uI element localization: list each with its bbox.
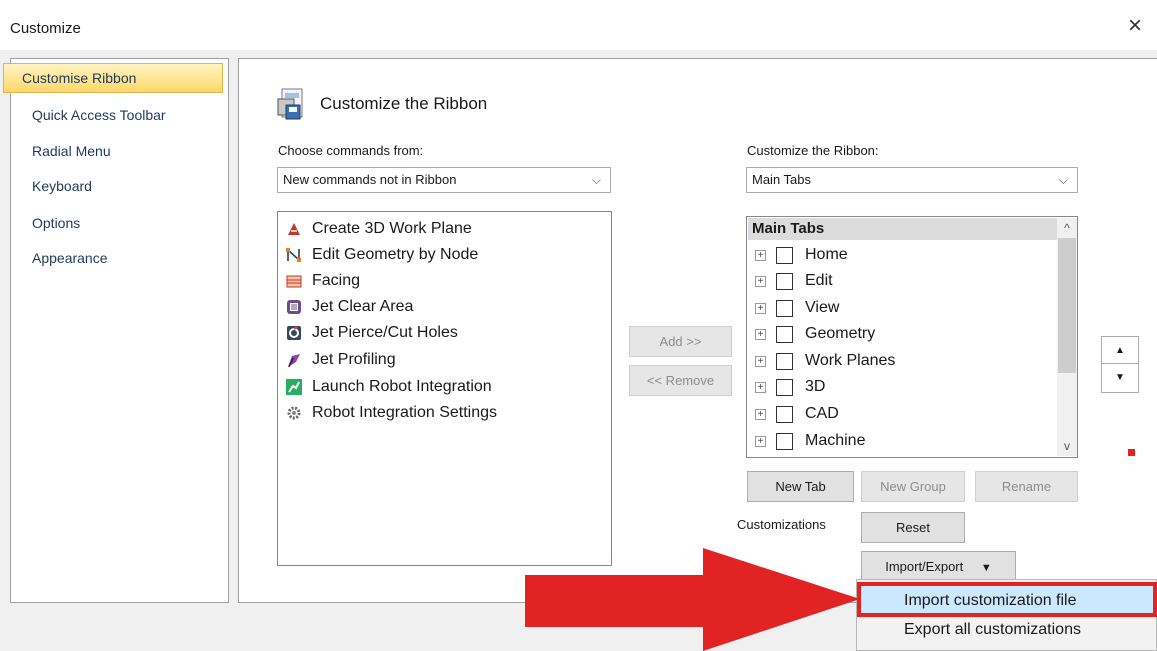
scroll-thumb[interactable] <box>1058 238 1076 373</box>
list-item[interactable]: Edit Geometry by Node <box>286 243 478 267</box>
tree-row-view[interactable]: + View <box>755 296 839 320</box>
gear-icon <box>287 406 301 420</box>
list-item-label: Facing <box>312 272 361 289</box>
jet-pierce-icon <box>287 326 301 340</box>
list-item-label: Jet Profiling <box>312 351 396 368</box>
list-item[interactable]: Launch Robot Integration <box>286 375 492 399</box>
tree-row-label: Home <box>805 246 848 263</box>
tree-row-label: View <box>805 299 840 316</box>
rename-button[interactable]: Rename <box>975 471 1078 502</box>
list-item[interactable]: Jet Profiling <box>286 348 396 372</box>
nav-item-appearance[interactable]: Appearance <box>32 250 108 266</box>
list-item-label: Robot Integration Settings <box>312 404 498 421</box>
tree-row-home[interactable]: + Home <box>755 243 848 267</box>
expand-icon[interactable]: + <box>755 275 766 287</box>
tab-checkbox[interactable] <box>776 405 793 423</box>
add-button[interactable]: Add >> <box>629 326 732 357</box>
window-title: Customize <box>10 20 81 37</box>
expand-icon[interactable]: + <box>755 249 766 261</box>
tree-row-cad[interactable]: + CAD <box>755 402 839 426</box>
annotation-arrow-icon <box>525 548 860 651</box>
tree-row-machine[interactable]: + Machine <box>755 429 865 453</box>
list-item[interactable]: Facing <box>286 269 360 293</box>
tree-row-label: 3D <box>805 378 826 395</box>
expand-icon[interactable]: + <box>755 381 766 393</box>
menu-item-export-customizations[interactable]: Export all customizations <box>904 621 1081 639</box>
annotation-marker <box>1128 449 1135 456</box>
tab-checkbox[interactable] <box>776 299 793 317</box>
list-item[interactable]: Robot Integration Settings <box>286 401 497 425</box>
facing-icon <box>286 275 302 288</box>
menu-item-import-customization[interactable]: Import customization file <box>904 592 1077 610</box>
tree-row-work-planes[interactable]: + Work Planes <box>755 349 895 373</box>
ribbon-tabs-value: Main Tabs <box>752 172 812 187</box>
list-item[interactable]: Jet Clear Area <box>286 295 413 319</box>
category-nav <box>10 58 229 603</box>
list-item-label: Jet Pierce/Cut Holes <box>312 324 458 341</box>
list-item-label: Create 3D Work Plane <box>312 220 472 237</box>
tree-row-3d[interactable]: +3D <box>755 375 825 399</box>
title-bar: Customize × <box>0 0 1157 50</box>
expand-icon[interactable]: + <box>755 355 766 367</box>
chevron-down-icon: ⌵ <box>591 173 601 187</box>
expand-icon[interactable]: + <box>755 435 766 447</box>
reset-button[interactable]: Reset <box>861 512 965 543</box>
tab-checkbox[interactable] <box>776 272 793 290</box>
import-export-label: Import/Export <box>885 559 964 574</box>
choose-commands-value: New commands not in Ribbon <box>283 172 457 187</box>
tree-scrollbar[interactable]: ^ v <box>1057 218 1077 456</box>
choose-commands-dropdown[interactable]: New commands not in Ribbon ⌵ <box>277 167 611 193</box>
list-item[interactable]: Jet Pierce/Cut Holes <box>286 321 458 345</box>
customize-ribbon-icon <box>277 88 303 120</box>
tab-checkbox[interactable] <box>776 432 793 450</box>
workplane-icon <box>288 223 300 235</box>
move-up-button[interactable]: ▲ <box>1101 336 1139 366</box>
nav-item-quick-access-toolbar[interactable]: Quick Access Toolbar <box>32 107 166 123</box>
tree-row-label: Work Planes <box>805 352 896 369</box>
list-item-label: Jet Clear Area <box>312 298 414 315</box>
expand-icon[interactable]: + <box>755 328 766 340</box>
choose-commands-label: Choose commands from: <box>278 143 424 158</box>
list-item-label: Launch Robot Integration <box>312 378 492 395</box>
remove-button[interactable]: << Remove <box>629 365 732 396</box>
tree-row-label: Geometry <box>805 325 876 342</box>
tab-checkbox[interactable] <box>776 378 793 396</box>
list-item-label: Edit Geometry by Node <box>312 246 479 263</box>
list-item[interactable]: Create 3D Work Plane <box>286 217 472 241</box>
customizations-label: Customizations <box>737 517 826 532</box>
tree-row-label: CAD <box>805 405 839 422</box>
tree-row-label: Machine <box>805 432 866 449</box>
customize-ribbon-label: Customize the Ribbon: <box>747 143 879 158</box>
close-icon[interactable]: × <box>1128 14 1142 38</box>
tree-header: Main Tabs <box>748 218 1057 240</box>
scroll-up-icon[interactable]: ^ <box>1057 218 1077 238</box>
tab-checkbox[interactable] <box>776 352 793 370</box>
tab-checkbox[interactable] <box>776 325 793 343</box>
tree-row-label: Edit <box>805 272 833 289</box>
robot-launch-icon <box>286 379 302 395</box>
expand-icon[interactable]: + <box>755 408 766 420</box>
tab-checkbox[interactable] <box>776 246 793 264</box>
scroll-down-icon[interactable]: v <box>1057 436 1077 456</box>
new-group-button[interactable]: New Group <box>861 471 965 502</box>
tree-row-edit[interactable]: + Edit <box>755 269 833 293</box>
nav-item-radial-menu[interactable]: Radial Menu <box>32 143 111 159</box>
page-title: Customize the Ribbon <box>320 94 488 113</box>
tree-row-geometry[interactable]: + Geometry <box>755 322 875 346</box>
ribbon-tabs-dropdown[interactable]: Main Tabs ⌵ <box>746 167 1078 193</box>
caret-down-icon: ▼ <box>980 562 992 574</box>
chevron-down-icon: ⌵ <box>1058 173 1068 187</box>
nav-item-customise-ribbon[interactable]: Customise Ribbon <box>3 63 223 93</box>
nav-item-options[interactable]: Options <box>32 215 80 231</box>
expand-icon[interactable]: + <box>755 302 766 314</box>
edit-node-icon <box>286 248 301 262</box>
import-export-button[interactable]: Import/Export ▼ <box>861 551 1016 582</box>
jet-profiling-icon <box>288 354 300 368</box>
new-tab-button[interactable]: New Tab <box>747 471 854 502</box>
move-down-button[interactable]: ▼ <box>1101 363 1139 393</box>
nav-item-keyboard[interactable]: Keyboard <box>32 178 92 194</box>
jet-clear-icon <box>287 300 301 314</box>
